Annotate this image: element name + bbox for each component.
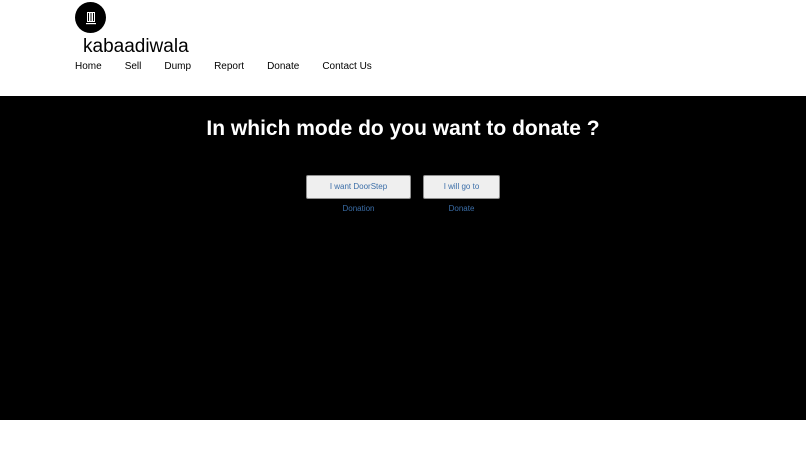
nav-link-home[interactable]: Home xyxy=(75,60,102,74)
donate-mode-title: In which mode do you want to donate ? xyxy=(206,117,600,140)
nav-item-dump: Dump xyxy=(164,60,214,74)
logo[interactable] xyxy=(75,2,106,33)
donate-mode-buttons: I want DoorStep Donation I will go to Do… xyxy=(0,175,806,213)
nav-item-sell: Sell xyxy=(125,60,165,74)
nav-item-donate: Donate xyxy=(267,60,322,74)
nav-link-dump[interactable]: Dump xyxy=(164,60,191,74)
site-header: kabaadiwala Home Sell Dump Report Donate… xyxy=(0,0,806,96)
nav-link-report[interactable]: Report xyxy=(214,60,244,74)
doorstep-donation-button[interactable]: I want DoorStep Donation xyxy=(306,175,411,213)
nav-link-donate[interactable]: Donate xyxy=(267,60,299,74)
nav-link-sell[interactable]: Sell xyxy=(125,60,142,74)
nav-list: Home Sell Dump Report Donate Contact Us xyxy=(75,60,395,74)
nav-item-contact: Contact Us xyxy=(322,60,394,74)
donate-mode-section: In which mode do you want to donate ? I … xyxy=(0,96,806,420)
recycle-bin-logo-icon xyxy=(85,11,96,24)
go-to-donate-button[interactable]: I will go to Donate xyxy=(423,175,500,213)
brand-name: kabaadiwala xyxy=(83,36,189,57)
nav-item-home: Home xyxy=(75,60,125,74)
nav-item-report: Report xyxy=(214,60,267,74)
nav-link-contact-us[interactable]: Contact Us xyxy=(322,60,371,74)
